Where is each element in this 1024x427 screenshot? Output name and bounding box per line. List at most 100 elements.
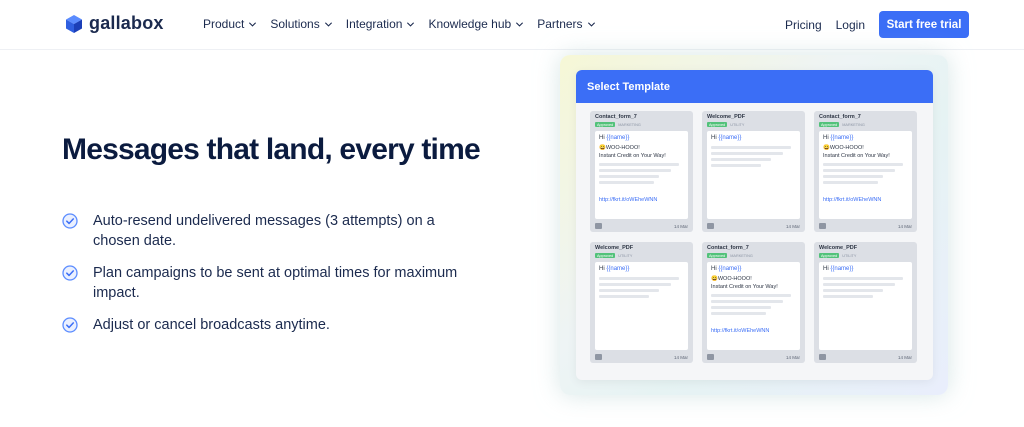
- message-line: 😀WOO-HOOO!: [823, 145, 864, 151]
- placeholder-line: [599, 283, 671, 286]
- menu-item-solutions[interactable]: Solutions: [270, 17, 332, 31]
- placeholder-line: [599, 181, 654, 184]
- chevron-down-icon: [587, 21, 595, 27]
- menu-item-product[interactable]: Product: [203, 17, 257, 31]
- template-card[interactable]: Welcome_PDF Approved UTILITY Hi {{name}}…: [814, 242, 917, 363]
- message-preview: Hi {{name}}: [707, 131, 800, 219]
- template-badges: Approved UTILITY: [707, 122, 744, 127]
- placeholder-line: [599, 295, 649, 298]
- template-grid: Contact_form_7 Approved MARKETING Hi {{n…: [590, 111, 917, 363]
- placeholder-line: [711, 300, 783, 303]
- check-circle-icon: [62, 213, 78, 229]
- main-menu: Product Solutions Integration Knowledge …: [203, 17, 596, 31]
- greeting: Hi {{name}}: [599, 135, 630, 141]
- placeholder-line: [711, 146, 791, 149]
- template-badges: Approved MARKETING: [595, 122, 641, 127]
- placeholder-line: [823, 295, 873, 298]
- template-name: Welcome_PDF: [819, 245, 858, 251]
- template-card[interactable]: Contact_form_7 Approved MARKETING Hi {{n…: [702, 242, 805, 363]
- message-link: http://fkrt.it/oWEheWNN: [823, 197, 882, 203]
- menu-item-label: Product: [203, 17, 245, 31]
- template-date: 14 Mar: [673, 224, 688, 229]
- template-card[interactable]: Welcome_PDF Approved UTILITY Hi {{name}}…: [702, 111, 805, 232]
- greeting: Hi {{name}}: [711, 135, 742, 141]
- category-label: UTILITY: [730, 122, 745, 127]
- placeholder-line: [711, 158, 771, 161]
- template-card[interactable]: Contact_form_7 Approved MARKETING Hi {{n…: [590, 111, 693, 232]
- message-preview: Hi {{name}}: [819, 262, 912, 350]
- panel-title: Select Template: [576, 70, 933, 103]
- check-circle-icon: [62, 317, 78, 333]
- status-badge: Approved: [595, 122, 616, 127]
- placeholder-line: [823, 277, 903, 280]
- sender-avatar: [595, 223, 602, 229]
- message-preview: Hi {{name}} 😀WOO-HOOO! Instant Credit on…: [707, 262, 800, 350]
- category-label: MARKETING: [842, 122, 865, 127]
- cube-logo-icon: [66, 14, 82, 33]
- placeholder-line: [823, 181, 878, 184]
- placeholder-line: [711, 164, 761, 167]
- template-date: 14 Mar: [785, 355, 800, 360]
- placeholder-line: [823, 283, 895, 286]
- chevron-down-icon: [249, 21, 257, 27]
- template-badges: Approved MARKETING: [819, 122, 865, 127]
- status-badge: Approved: [707, 122, 728, 127]
- status-badge: Approved: [595, 253, 616, 258]
- message-preview: Hi {{name}}: [595, 262, 688, 350]
- placeholder-line: [711, 152, 783, 155]
- sender-avatar: [707, 354, 714, 360]
- placeholder-line: [823, 289, 883, 292]
- feature-list: Auto-resend undelivered messages (3 atte…: [62, 211, 482, 347]
- placeholder-line: [599, 169, 671, 172]
- top-navbar: gallabox Product Solutions Integration K…: [0, 0, 1024, 50]
- message-line: Instant Credit on Your Way!: [823, 153, 890, 159]
- chevron-down-icon: [407, 21, 415, 27]
- feature-item: Plan campaigns to be sent at optimal tim…: [62, 263, 482, 303]
- template-card[interactable]: Contact_form_7 Approved MARKETING Hi {{n…: [814, 111, 917, 232]
- template-card[interactable]: Welcome_PDF Approved UTILITY Hi {{name}}…: [590, 242, 693, 363]
- template-badges: Approved MARKETING: [707, 253, 753, 258]
- login-link[interactable]: Login: [836, 18, 865, 32]
- template-name: Welcome_PDF: [707, 114, 746, 120]
- template-badges: Approved UTILITY: [595, 253, 632, 258]
- check-circle-icon: [62, 265, 78, 281]
- placeholder-line: [711, 294, 791, 297]
- menu-item-knowledge-hub[interactable]: Knowledge hub: [428, 17, 524, 31]
- sender-avatar: [819, 223, 826, 229]
- menu-item-partners[interactable]: Partners: [537, 17, 595, 31]
- placeholder-line: [599, 289, 659, 292]
- start-free-trial-button[interactable]: Start free trial: [879, 11, 969, 38]
- message-line: Instant Credit on Your Way!: [599, 153, 666, 159]
- brand-logo[interactable]: gallabox: [65, 13, 164, 34]
- message-preview: Hi {{name}} 😀WOO-HOOO! Instant Credit on…: [819, 131, 912, 219]
- message-line: 😀WOO-HOOO!: [711, 276, 752, 282]
- category-label: UTILITY: [842, 253, 857, 258]
- status-badge: Approved: [819, 253, 840, 258]
- template-date: 14 Mar: [785, 224, 800, 229]
- pricing-link[interactable]: Pricing: [785, 18, 822, 32]
- status-badge: Approved: [707, 253, 728, 258]
- placeholder-line: [599, 163, 679, 166]
- feature-item: Auto-resend undelivered messages (3 atte…: [62, 211, 482, 251]
- greeting: Hi {{name}}: [711, 266, 742, 272]
- message-link: http://fkrt.it/oWEheWNN: [599, 197, 658, 203]
- greeting: Hi {{name}}: [823, 266, 854, 272]
- placeholder-line: [711, 312, 766, 315]
- placeholder-line: [599, 175, 659, 178]
- sender-avatar: [819, 354, 826, 360]
- message-preview: Hi {{name}} 😀WOO-HOOO! Instant Credit on…: [595, 131, 688, 219]
- greeting: Hi {{name}}: [599, 266, 630, 272]
- category-label: MARKETING: [618, 122, 641, 127]
- menu-item-label: Partners: [537, 17, 583, 31]
- template-badges: Approved UTILITY: [819, 253, 856, 258]
- chevron-down-icon: [324, 21, 332, 27]
- template-name: Contact_form_7: [595, 114, 637, 120]
- placeholder-line: [711, 306, 771, 309]
- placeholder-line: [823, 175, 883, 178]
- select-template-panel: Select Template Contact_form_7 Approved …: [576, 70, 933, 380]
- status-badge: Approved: [819, 122, 840, 127]
- placeholder-line: [823, 169, 895, 172]
- menu-item-integration[interactable]: Integration: [346, 17, 416, 31]
- greeting: Hi {{name}}: [823, 135, 854, 141]
- template-date: 14 Mar: [673, 355, 688, 360]
